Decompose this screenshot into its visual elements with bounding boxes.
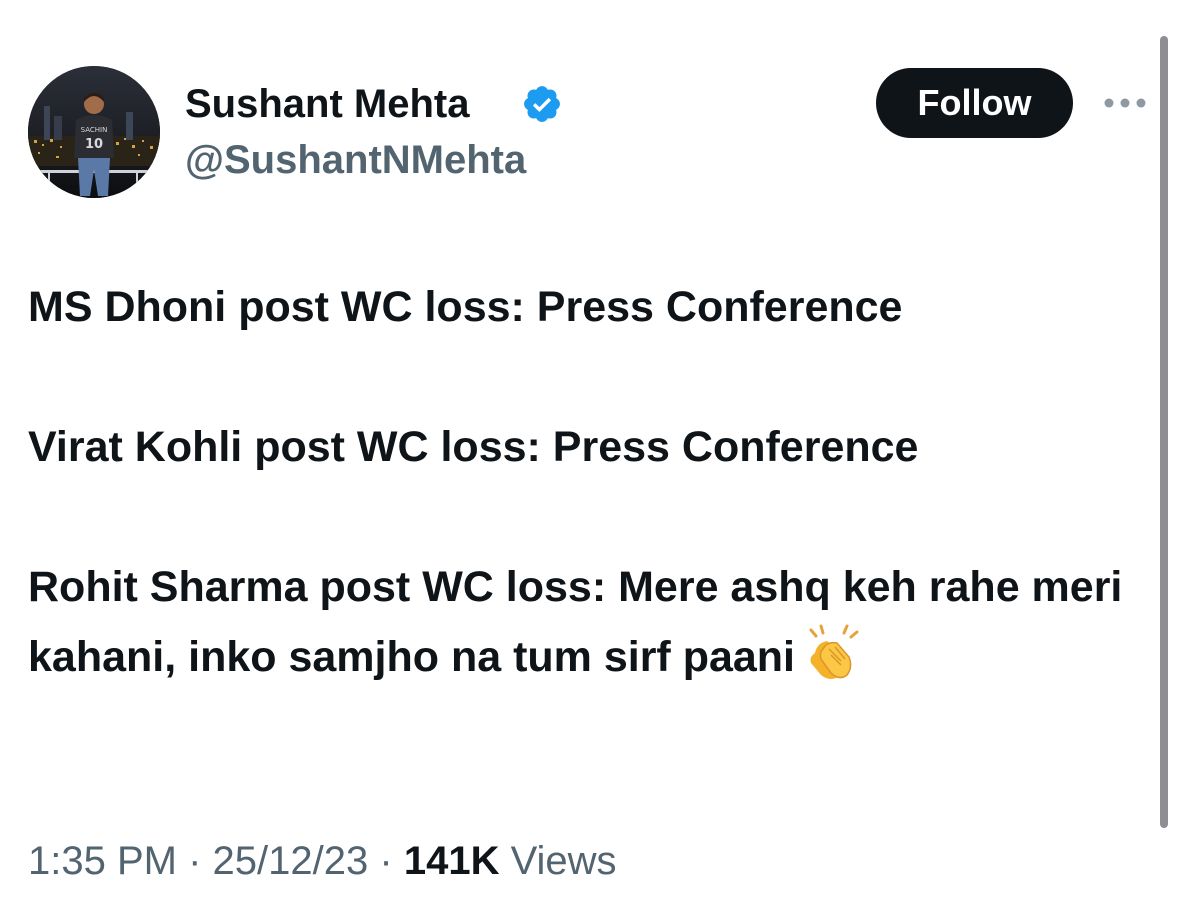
tweet-paragraph: Virat Kohli post WC loss: Press Conferen… — [28, 423, 919, 471]
author-avatar[interactable]: SACHIN 10 — [28, 66, 160, 198]
verified-badge-icon — [524, 86, 560, 122]
tweet-text: MS Dhoni post WC loss: Press Conference … — [28, 272, 1138, 706]
tweet-meta: 1:35 PM · 25/12/23 · 141K Views — [28, 836, 617, 886]
avatar-jersey-number: 10 — [85, 137, 103, 152]
meta-separator: · — [188, 839, 202, 883]
follow-button[interactable]: Follow — [876, 68, 1073, 138]
tweet-paragraph-text: Rohit Sharma post WC loss: Mere ashq keh… — [28, 563, 1123, 681]
tweet-date[interactable]: 25/12/23 — [213, 839, 369, 883]
views-count[interactable]: 141K — [404, 839, 500, 883]
more-horizontal-icon[interactable] — [1102, 93, 1148, 113]
tweet-paragraph: MS Dhoni post WC loss: Press Conference — [28, 283, 903, 331]
tweet-time[interactable]: 1:35 PM — [28, 839, 177, 883]
avatar-jersey-text: SACHIN — [81, 126, 108, 134]
meta-separator: · — [379, 839, 393, 883]
author-handle[interactable]: @SushantNMehta — [185, 136, 526, 184]
clapping-hands-emoji-icon — [801, 623, 863, 706]
author-display-name[interactable]: Sushant Mehta — [185, 80, 469, 128]
scrollbar[interactable] — [1160, 36, 1168, 828]
views-label[interactable]: Views — [511, 839, 617, 883]
tweet-paragraph-last: Rohit Sharma post WC loss: Mere ashq keh… — [28, 552, 1138, 706]
avatar-photo: SACHIN 10 — [28, 66, 160, 198]
